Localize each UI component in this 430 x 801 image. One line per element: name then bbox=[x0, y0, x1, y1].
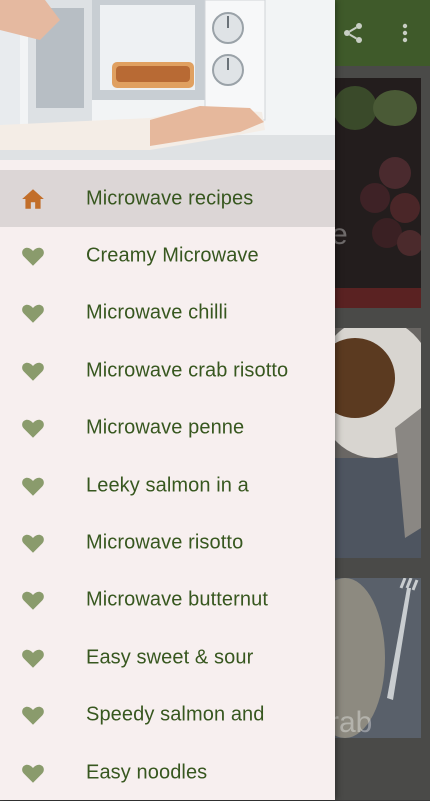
drawer-item-label: Microwave recipes bbox=[86, 187, 254, 210]
drawer-item-leeky-salmon[interactable]: Leeky salmon in a bbox=[0, 457, 335, 514]
navigation-drawer: Microwave recipes Creamy Microwave Micro… bbox=[0, 0, 335, 800]
drawer-item-microwave-butternut[interactable]: Microwave butternut bbox=[0, 572, 335, 629]
heart-icon bbox=[20, 358, 46, 384]
share-icon[interactable] bbox=[340, 20, 366, 46]
recipe-card[interactable]: rab bbox=[335, 578, 421, 738]
drawer-item-label: Microwave penne bbox=[86, 416, 245, 439]
drawer-item-microwave-risotto[interactable]: Microwave risotto bbox=[0, 514, 335, 571]
heart-icon bbox=[20, 243, 46, 269]
drawer-item-label: Microwave crab risotto bbox=[86, 359, 289, 382]
drawer-item-microwave-chilli[interactable]: Microwave chilli bbox=[0, 285, 335, 342]
recipe-card[interactable] bbox=[335, 328, 421, 558]
drawer-item-microwave-recipes[interactable]: Microwave recipes bbox=[0, 170, 335, 228]
drawer-menu: Microwave recipes Creamy Microwave Micro… bbox=[0, 170, 335, 801]
recipe-card[interactable]: e bbox=[335, 78, 421, 308]
drawer-item-label: Easy sweet & sour bbox=[86, 646, 254, 669]
drawer-item-label: Microwave risotto bbox=[86, 531, 244, 554]
home-icon bbox=[20, 186, 46, 212]
grapes-photo bbox=[335, 78, 421, 308]
heart-icon bbox=[20, 645, 46, 671]
heart-icon bbox=[20, 530, 46, 556]
heart-icon bbox=[20, 473, 46, 499]
food-bowl-photo bbox=[335, 328, 421, 558]
drawer-item-label: Microwave chilli bbox=[86, 301, 228, 324]
drawer-item-easy-sweet-sour[interactable]: Easy sweet & sour bbox=[0, 629, 335, 686]
heart-icon bbox=[20, 760, 46, 786]
drawer-item-creamy-microwave[interactable]: Creamy Microwave bbox=[0, 227, 335, 284]
drawer-item-label: Speedy salmon and bbox=[86, 703, 265, 726]
drawer-item-label: Easy noodles bbox=[86, 761, 208, 784]
more-vert-icon[interactable] bbox=[392, 20, 418, 46]
heart-icon bbox=[20, 587, 46, 613]
microwave-oven-photo bbox=[0, 0, 335, 160]
drawer-item-microwave-penne[interactable]: Microwave penne bbox=[0, 400, 335, 457]
drawer-item-microwave-crab-risotto[interactable]: Microwave crab risotto bbox=[0, 342, 335, 399]
card-title-fragment: rab bbox=[335, 706, 373, 738]
drawer-item-speedy-salmon[interactable]: Speedy salmon and bbox=[0, 687, 335, 744]
drawer-item-label: Creamy Microwave bbox=[86, 244, 259, 267]
drawer-item-label: Leeky salmon in a bbox=[86, 474, 249, 497]
card-title-fragment: e bbox=[335, 218, 348, 251]
drawer-item-label: Microwave butternut bbox=[86, 588, 268, 611]
heart-icon bbox=[20, 300, 46, 326]
drawer-header-image bbox=[0, 0, 335, 160]
heart-icon bbox=[20, 702, 46, 728]
drawer-item-easy-noodles[interactable]: Easy noodles bbox=[0, 744, 335, 801]
heart-icon bbox=[20, 415, 46, 441]
